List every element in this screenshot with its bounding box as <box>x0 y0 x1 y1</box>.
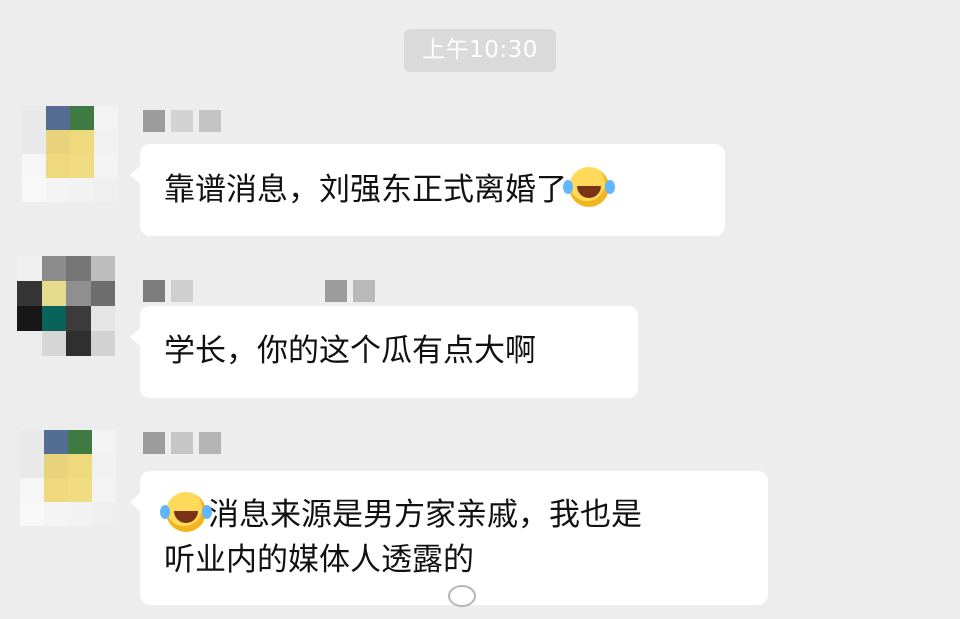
sender-name-blurred <box>143 431 221 455</box>
timestamp-pill: 上午10:30 <box>404 29 556 72</box>
message-bubble-2[interactable]: 学长，你的这个瓜有点大啊 <box>130 306 638 398</box>
avatar[interactable] <box>22 106 118 202</box>
message-text: 消息来源是男方家亲戚，我也是 <box>208 497 642 533</box>
sender-name-blurred <box>143 279 391 303</box>
weibo-watermark <box>448 580 598 612</box>
chat-window: 上午10:30 靠谱消息，刘强东正式离婚了 学长，你的这个瓜有点大啊 消息来源是… <box>0 0 960 619</box>
message-line-2: 听业内的媒体人透露的 <box>164 542 474 578</box>
sender-name-blurred <box>143 109 221 133</box>
message-line-1: 消息来源是男方家亲戚，我也是 <box>160 492 744 538</box>
avatar[interactable] <box>20 430 116 526</box>
laughing-tears-emoji <box>563 167 609 207</box>
laughing-tears-emoji <box>160 492 206 532</box>
message-bubble-1[interactable]: 靠谱消息，刘强东正式离婚了 <box>130 144 725 236</box>
avatar[interactable] <box>17 256 115 356</box>
message-text: 学长，你的这个瓜有点大啊 <box>164 333 536 369</box>
message-text: 靠谱消息，刘强东正式离婚了 <box>164 172 567 208</box>
weibo-icon <box>448 585 476 607</box>
